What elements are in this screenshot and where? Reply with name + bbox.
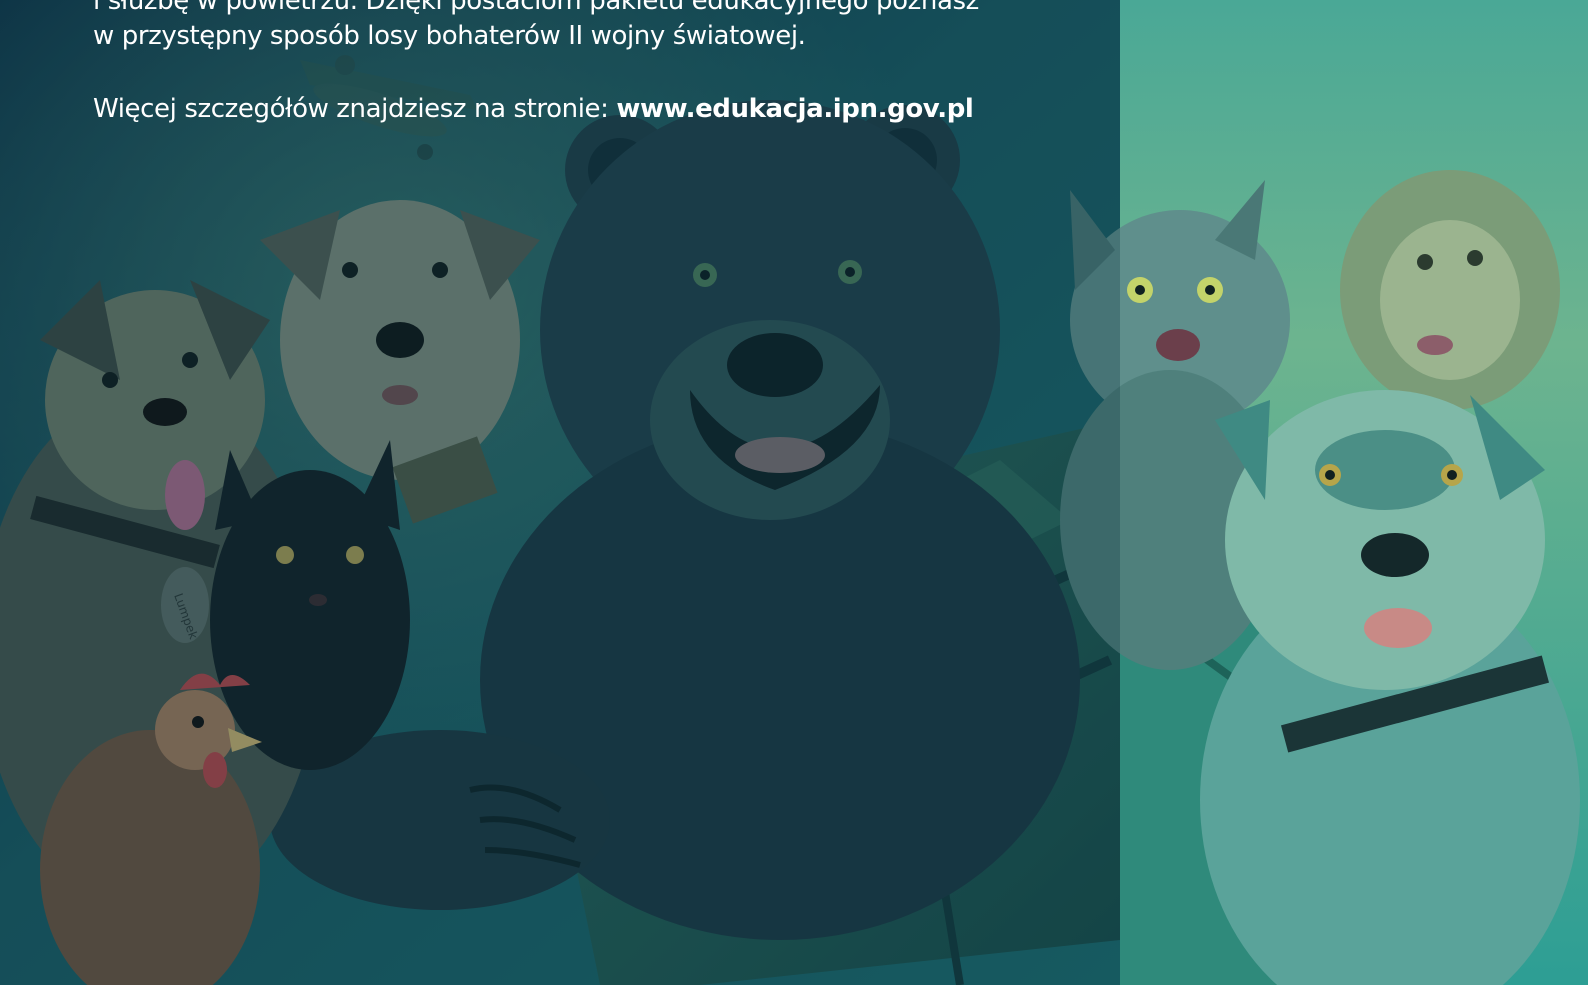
website-link[interactable]: www.edukacja.ipn.gov.pl: [616, 94, 973, 124]
monkey: [1340, 170, 1560, 410]
animal-heroes-illustration: Lumpek: [0, 0, 1588, 985]
more-info-line: Więcej szczegółów znajdziesz na stronie:…: [93, 92, 1093, 127]
intro-text: i służbę w powietrzu. Dzięki postaciom p…: [93, 0, 1093, 127]
husky-dog: [1200, 390, 1580, 985]
more-info-prefix: Więcej szczegółów znajdziesz na stronie:: [93, 94, 617, 124]
promo-page: Lumpek i służbę w powietrzu. Dzięki post…: [0, 0, 1588, 985]
intro-line-2: w przystępny sposób losy bohaterów II wo…: [93, 21, 806, 51]
intro-line-1: i służbę w powietrzu. Dzięki postaciom p…: [93, 0, 979, 16]
